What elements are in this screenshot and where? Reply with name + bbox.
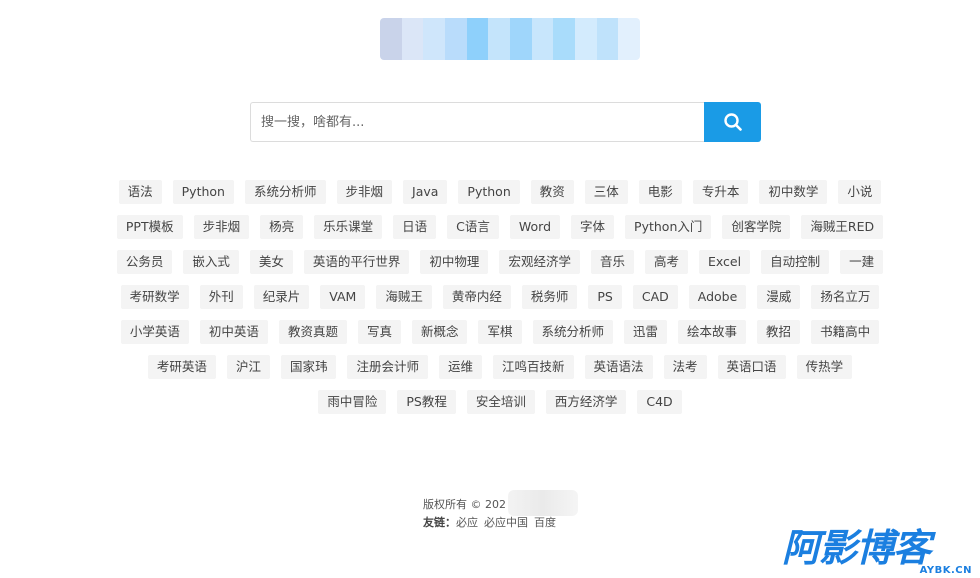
tag-link[interactable]: 初中物理 — [420, 250, 489, 274]
tag-link[interactable]: 系统分析师 — [244, 180, 326, 204]
tag-link[interactable]: Adobe — [688, 285, 747, 309]
tag-link[interactable]: C语言 — [447, 215, 499, 239]
friend-links: 友链：必应 必应中国 百度 — [423, 514, 556, 530]
search-bar — [250, 102, 761, 142]
tag-link[interactable]: 小说 — [838, 180, 882, 204]
tag-cloud: 语法 Python 系统分析师 步非烟 Java Python 教资 三体 电影 专升本 初中数学小… — [110, 180, 890, 414]
tag-link[interactable]: 写真 — [357, 320, 401, 344]
friend-link-bing-china[interactable]: 必应中国 — [484, 516, 528, 529]
tag-link[interactable]: 教资 — [530, 180, 574, 204]
tag-link[interactable]: Word — [509, 215, 561, 239]
tag-link[interactable]: PPT模板 — [116, 215, 183, 239]
tag-link[interactable]: 考研英语 — [147, 355, 216, 379]
tag-link[interactable]: C4D — [637, 390, 682, 414]
tag-link[interactable]: 步非烟 — [193, 215, 250, 239]
friend-link-baidu[interactable]: 百度 — [534, 516, 556, 529]
tag-link[interactable]: 法考 — [663, 355, 707, 379]
tag-link[interactable]: 江鸣百技新 — [493, 355, 574, 379]
tag-link[interactable]: 新概念 — [411, 320, 468, 344]
tag-link[interactable]: 初中英语 — [199, 320, 268, 344]
tag-link[interactable]: 日语 — [393, 215, 437, 239]
tag-link[interactable]: 英语口语 — [717, 355, 786, 379]
copyright-text: 版权所有 © 202 — [423, 498, 506, 511]
search-button[interactable] — [704, 102, 761, 142]
tag-link[interactable]: 漫威 — [757, 285, 801, 309]
tag-link[interactable]: 步非烟 — [336, 180, 393, 204]
tag-link[interactable]: PS教程 — [397, 390, 456, 414]
tag-link[interactable]: Python — [458, 180, 520, 204]
tag-link[interactable]: 黄帝内经 — [442, 285, 511, 309]
tag-link[interactable]: 语法 — [118, 180, 162, 204]
tag-link[interactable]: 杨亮 — [260, 215, 304, 239]
tag-link[interactable]: 专升本 — [692, 180, 749, 204]
search-icon — [723, 113, 742, 131]
tag-link[interactable]: Python — [172, 180, 234, 204]
tag-link[interactable]: Java — [403, 180, 448, 204]
tag-link[interactable]: 美女 — [249, 250, 293, 274]
tag-link[interactable]: Excel — [698, 250, 751, 274]
tag-link[interactable]: 教招 — [757, 320, 801, 344]
tag-link[interactable]: 三体 — [584, 180, 628, 204]
tag-link[interactable]: 扬名立万 — [811, 285, 880, 309]
tag-link[interactable]: 高考 — [644, 250, 688, 274]
tag-link[interactable]: 海贼王RED — [801, 215, 884, 239]
tag-link[interactable]: 英语的平行世界 — [303, 250, 410, 274]
tag-link[interactable]: 小学英语 — [120, 320, 189, 344]
tag-link[interactable]: 考研数学 — [120, 285, 189, 309]
tag-link[interactable]: 宏观经济学 — [499, 250, 580, 274]
site-logo-blurred[interactable] — [380, 18, 640, 60]
friend-link-bing[interactable]: 必应 — [456, 516, 478, 529]
tag-link[interactable]: 初中数学 — [759, 180, 828, 204]
tag-link[interactable]: 运维 — [438, 355, 482, 379]
tag-link[interactable]: 外刊 — [199, 285, 243, 309]
watermark-title: 阿影博客 — [782, 526, 931, 570]
tag-link[interactable]: 嵌入式 — [183, 250, 239, 274]
tag-link[interactable]: 纪录片 — [253, 285, 310, 309]
tag-link[interactable]: CAD — [632, 285, 678, 309]
tag-link[interactable]: 迅雷 — [624, 320, 668, 344]
tag-link[interactable]: 传热学 — [796, 355, 853, 379]
tag-link[interactable]: 教资真题 — [278, 320, 347, 344]
tag-link[interactable]: 字体 — [571, 215, 615, 239]
watermark-logo: 阿影博客 AYBK.CN — [782, 528, 974, 576]
tag-link[interactable]: 系统分析师 — [532, 320, 614, 344]
tag-link[interactable]: 军棋 — [478, 320, 522, 344]
tag-link[interactable]: 绘本故事 — [678, 320, 747, 344]
tag-link[interactable]: 西方经济学 — [545, 390, 627, 414]
tag-link[interactable]: VAM — [320, 285, 366, 309]
tag-link[interactable]: Python入门 — [625, 215, 712, 239]
tag-link[interactable]: 国家玮 — [280, 355, 337, 379]
watermark-domain: AYBK.CN — [919, 565, 972, 576]
tag-link[interactable]: PS — [588, 285, 622, 309]
tag-link[interactable]: 公务员 — [116, 250, 173, 274]
tag-link[interactable]: 自动控制 — [761, 250, 830, 274]
tag-link[interactable]: 雨中冒险 — [318, 390, 387, 414]
tag-link[interactable]: 一建 — [840, 250, 884, 274]
tag-link[interactable]: 电影 — [638, 180, 682, 204]
tag-link[interactable]: 海贼王 — [376, 285, 432, 309]
tag-link[interactable]: 税务师 — [521, 285, 578, 309]
tag-link[interactable]: 安全培训 — [466, 390, 535, 414]
tag-link[interactable]: 英语语法 — [584, 355, 653, 379]
friend-links-label: 友链： — [423, 516, 456, 529]
copyright-year-blurred — [508, 490, 578, 516]
tag-link[interactable]: 创客学院 — [722, 215, 791, 239]
tag-link[interactable]: 沪江 — [226, 355, 270, 379]
tag-link[interactable]: 书籍高中 — [811, 320, 880, 344]
tag-link[interactable]: 音乐 — [590, 250, 634, 274]
search-input[interactable] — [250, 102, 704, 142]
tag-link[interactable]: 乐乐课堂 — [314, 215, 383, 239]
tag-link[interactable]: 注册会计师 — [347, 355, 428, 379]
